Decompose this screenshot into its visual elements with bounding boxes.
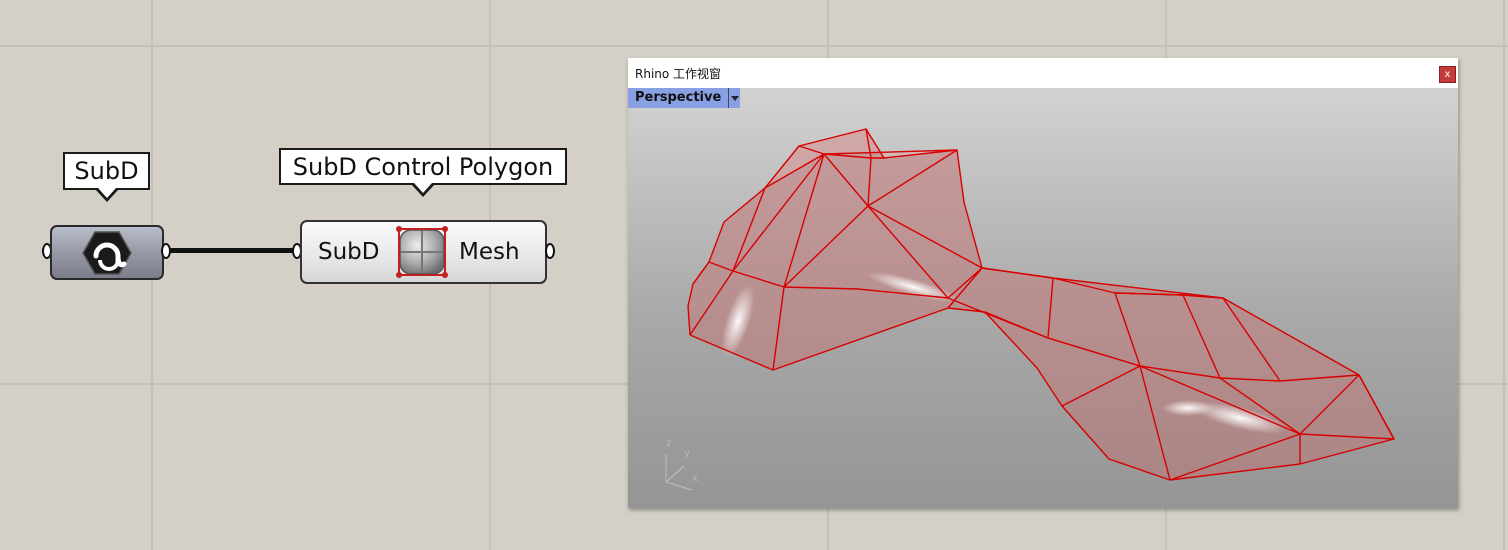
control-polygon-component[interactable]: SubD Mesh	[300, 220, 547, 284]
subd-icon	[82, 230, 132, 275]
axes-widget-icon	[665, 454, 693, 491]
rhino-viewport-window[interactable]: Rhino 工作视窗 x Perspective z y x	[628, 58, 1458, 508]
chevron-down-icon[interactable]	[728, 88, 741, 108]
control-polygon-tooltip-text: SubD Control Polygon	[292, 152, 554, 181]
control-polygon-tooltip: SubD Control Polygon	[279, 148, 567, 197]
perspective-viewport[interactable]: Perspective z y x	[628, 88, 1458, 508]
viewport-name[interactable]: Perspective	[628, 88, 729, 108]
subd-tooltip-text: SubD	[74, 157, 139, 185]
connection-wire[interactable]	[166, 248, 300, 253]
control-polygon-output-grip[interactable]	[545, 243, 555, 259]
subd-param-output-grip[interactable]	[161, 243, 171, 259]
input-label-subd: SubD	[318, 239, 380, 265]
viewport-label-tab[interactable]: Perspective	[628, 88, 741, 108]
axis-label-z: z	[666, 438, 672, 449]
close-button[interactable]: x	[1439, 66, 1456, 83]
viewport-titlebar[interactable]: Rhino 工作视窗 x	[628, 58, 1458, 88]
subd-param-node[interactable]	[50, 225, 164, 280]
viewport-window-title: Rhino 工作视窗	[635, 67, 722, 81]
subd-control-mesh-render	[687, 128, 1395, 481]
axis-label-x: x	[692, 473, 698, 484]
control-polygon-icon	[396, 226, 448, 278]
axis-label-y: y	[684, 448, 690, 459]
subd-param-tooltip: SubD	[63, 152, 150, 202]
output-label-mesh: Mesh	[459, 239, 520, 265]
